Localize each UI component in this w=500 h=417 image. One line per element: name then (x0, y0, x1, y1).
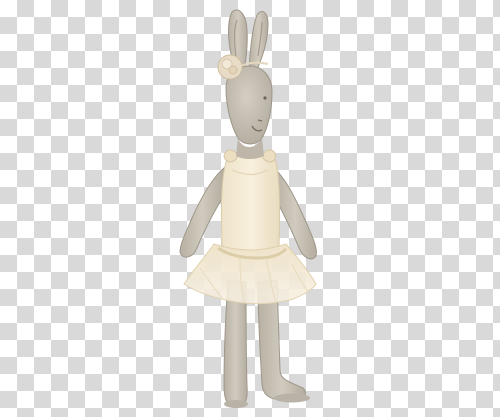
bunny-plush-toy (179, 9, 317, 408)
bodice (220, 149, 281, 253)
transparency-checkerboard (0, 0, 500, 417)
tutu (183, 243, 317, 305)
head (225, 65, 273, 159)
